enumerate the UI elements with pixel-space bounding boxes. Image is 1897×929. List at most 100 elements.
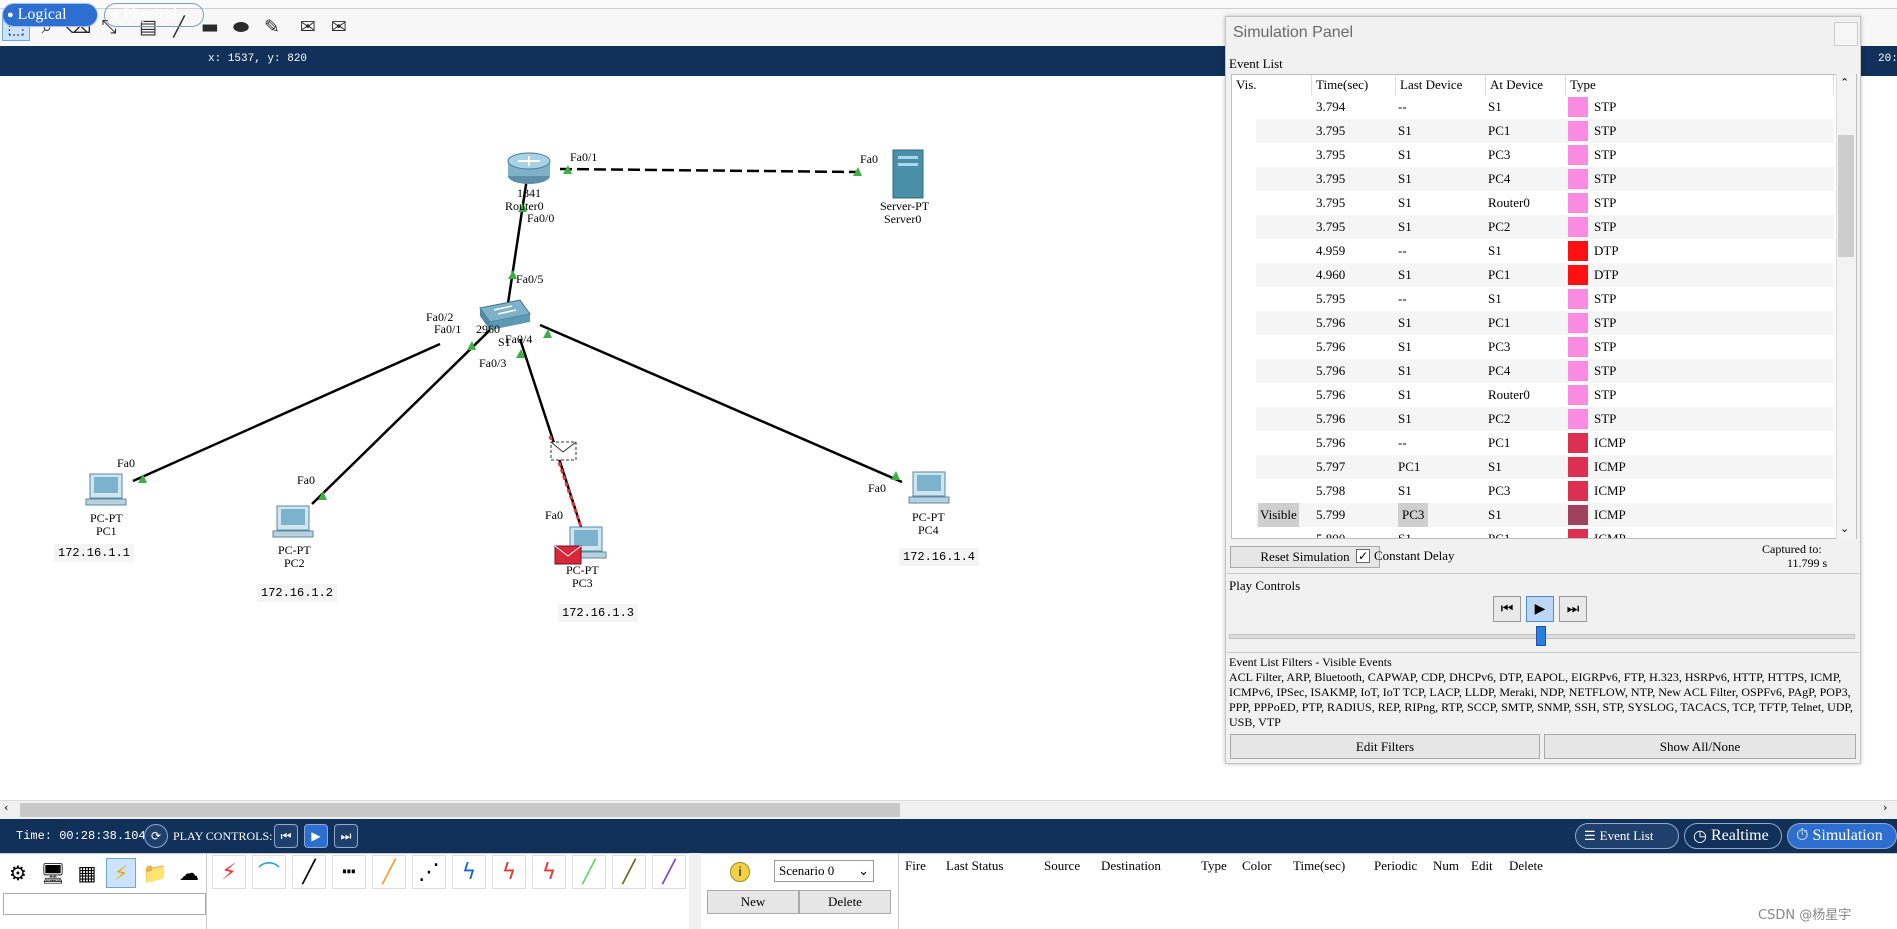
event-color-swatch (1568, 409, 1588, 429)
connections-icon[interactable]: ⚡ (106, 858, 136, 888)
event-row[interactable]: 4.960 S1 PC1 DTP (1256, 263, 1834, 287)
phone-cable-icon[interactable]: ⋰ (412, 855, 446, 889)
fiber-cable-icon[interactable]: ╱ (372, 855, 406, 889)
ellipse-icon[interactable]: ⬬ (227, 13, 255, 41)
canvas-hscroll-thumb[interactable] (20, 803, 900, 817)
event-color-swatch (1568, 505, 1588, 525)
new-scenario-button[interactable]: New (707, 890, 799, 914)
link-router-server (559, 167, 859, 174)
event-at-device: PC2 (1488, 219, 1511, 234)
play-simulation-icon[interactable]: ▶ (1526, 596, 1554, 622)
crossover-cable-icon[interactable]: ┅ (332, 855, 366, 889)
event-row[interactable]: 5.796 S1 PC4 STP (1256, 359, 1834, 383)
event-row[interactable]: 5.796 S1 PC2 STP (1256, 407, 1834, 431)
scroll-down-icon[interactable]: ⌄ (1840, 522, 1849, 535)
freeform-icon[interactable]: ✎ (258, 13, 286, 41)
event-color-swatch (1568, 385, 1588, 405)
forward-icon[interactable]: ⏭ (334, 824, 358, 848)
event-row[interactable]: 3.794 -- S1 STP (1256, 95, 1834, 119)
serial-dce-cable-icon[interactable]: ϟ (492, 855, 526, 889)
event-row[interactable]: 3.795 S1 PC4 STP (1256, 167, 1834, 191)
delete-scenario-button[interactable]: Delete (799, 890, 891, 914)
misc-icon[interactable]: 📁 (140, 858, 170, 888)
iot-cable-icon[interactable]: ╱ (612, 855, 646, 889)
event-color-swatch (1568, 265, 1588, 285)
event-list-scroll-thumb[interactable] (1838, 135, 1854, 257)
info-icon[interactable]: i (730, 862, 750, 882)
multiuser-icon[interactable]: ☁ (174, 858, 204, 888)
event-time: 5.796 (1316, 435, 1346, 450)
server-name: Server0 (884, 212, 922, 226)
event-row[interactable]: Visible 5.799 PC3 S1 ICMP (1256, 503, 1834, 527)
auto-cable-icon[interactable]: ⚡ (212, 855, 246, 889)
event-row[interactable]: 3.795 S1 PC1 STP (1256, 119, 1834, 143)
logical-tab[interactable]: ● Logical (2, 3, 98, 27)
col-time[interactable]: Time(sec) (1312, 75, 1396, 95)
constant-delay-checkbox[interactable]: ✓ (1356, 549, 1370, 563)
step-forward-icon[interactable]: ⏭ (1559, 596, 1587, 622)
scroll-right-icon[interactable]: › (1883, 801, 1887, 814)
octal-cable-icon[interactable]: ╱ (572, 855, 606, 889)
simulation-icon: ⏱ (1796, 827, 1809, 844)
simulation-mode[interactable]: ⏱ Simulation (1787, 823, 1897, 849)
straight-cable-icon[interactable]: ╱ (292, 855, 326, 889)
event-row[interactable]: 5.798 S1 PC3 ICMP (1256, 479, 1834, 503)
scroll-left-icon[interactable]: ‹ (4, 801, 8, 814)
col-vis[interactable]: Vis. (1232, 75, 1312, 95)
event-row[interactable]: 3.795 S1 PC3 STP (1256, 143, 1834, 167)
play-controls-section-label: Play Controls (1229, 578, 1301, 593)
play-icon[interactable]: ▶ (304, 824, 328, 848)
scenario-select[interactable]: Scenario 0 ⌄ (774, 860, 874, 882)
reset-clock-icon[interactable]: ⟳ (144, 824, 168, 848)
show-all-none-button[interactable]: Show All/None (1544, 734, 1856, 759)
back-icon[interactable]: ⏮ (274, 824, 298, 848)
event-row[interactable]: 5.797 PC1 S1 ICMP (1256, 455, 1834, 479)
event-last-device: S1 (1398, 267, 1412, 282)
event-row[interactable]: 5.800 S1 PC1 ICMP (1256, 527, 1834, 538)
panel-divider (1227, 652, 1859, 653)
event-at-device: S1 (1488, 99, 1502, 114)
event-at-device: PC2 (1488, 411, 1511, 426)
simple-pdu-icon[interactable]: ✉ (294, 13, 322, 41)
complex-pdu-icon[interactable]: ✉ (325, 13, 353, 41)
event-list-table[interactable]: Vis. Time(sec) Last Device At Device Typ… (1231, 74, 1857, 539)
components-icon[interactable]: ▦ (72, 858, 102, 888)
event-last-device: S1 (1398, 195, 1412, 210)
realtime-mode[interactable]: ◷ Realtime (1684, 823, 1782, 849)
event-list-toggle[interactable]: ☰ Event List (1575, 823, 1679, 849)
captured-to-value: 11.799 s (1787, 556, 1828, 570)
event-row[interactable]: 4.959 -- S1 DTP (1256, 239, 1834, 263)
palette-scroll[interactable] (689, 853, 701, 929)
event-row[interactable]: 5.796 S1 PC3 STP (1256, 335, 1834, 359)
coaxial-cable-icon[interactable]: ϟ (452, 855, 486, 889)
pdu-col-num: Num (1433, 858, 1459, 873)
col-last-device[interactable]: Last Device (1396, 75, 1486, 95)
end-devices-icon[interactable]: 🖥 (38, 858, 68, 888)
step-back-icon[interactable]: ⏮ (1493, 596, 1521, 622)
event-row[interactable]: 5.796 S1 PC1 STP (1256, 311, 1834, 335)
event-row[interactable]: 5.796 S1 Router0 STP (1256, 383, 1834, 407)
sim-time: Time: 00:28:38.104 (16, 829, 146, 843)
pdu-col-last-status: Last Status (946, 858, 1004, 873)
col-type[interactable]: Type (1566, 75, 1834, 95)
event-row[interactable]: 5.796 -- PC1 ICMP (1256, 431, 1834, 455)
event-row[interactable]: 3.795 S1 Router0 STP (1256, 191, 1834, 215)
event-row[interactable]: 5.795 -- S1 STP (1256, 287, 1834, 311)
serial-dte-cable-icon[interactable]: ϟ (532, 855, 566, 889)
panel-divider (1227, 573, 1859, 574)
event-time: 5.796 (1316, 387, 1346, 402)
col-at-device[interactable]: At Device (1486, 75, 1566, 95)
play-speed-slider[interactable] (1536, 626, 1546, 646)
event-list-toggle-label: Event List (1599, 828, 1654, 843)
close-icon[interactable] (1834, 22, 1858, 46)
network-devices-icon[interactable]: ⚙ (3, 858, 33, 888)
usb-cable-icon[interactable]: ╱ (652, 855, 686, 889)
console-cable-icon[interactable]: ⌒ (252, 855, 286, 889)
pdu-col-time: Time(sec) (1293, 858, 1346, 873)
scroll-up-icon[interactable]: ⌃ (1840, 76, 1849, 89)
event-last-device: PC1 (1398, 459, 1421, 474)
event-row[interactable]: 3.795 S1 PC2 STP (1256, 215, 1834, 239)
edit-filters-button[interactable]: Edit Filters (1230, 734, 1540, 759)
physical-tab[interactable]: ▥ Physical (104, 3, 204, 27)
device-search-field[interactable] (3, 893, 206, 915)
